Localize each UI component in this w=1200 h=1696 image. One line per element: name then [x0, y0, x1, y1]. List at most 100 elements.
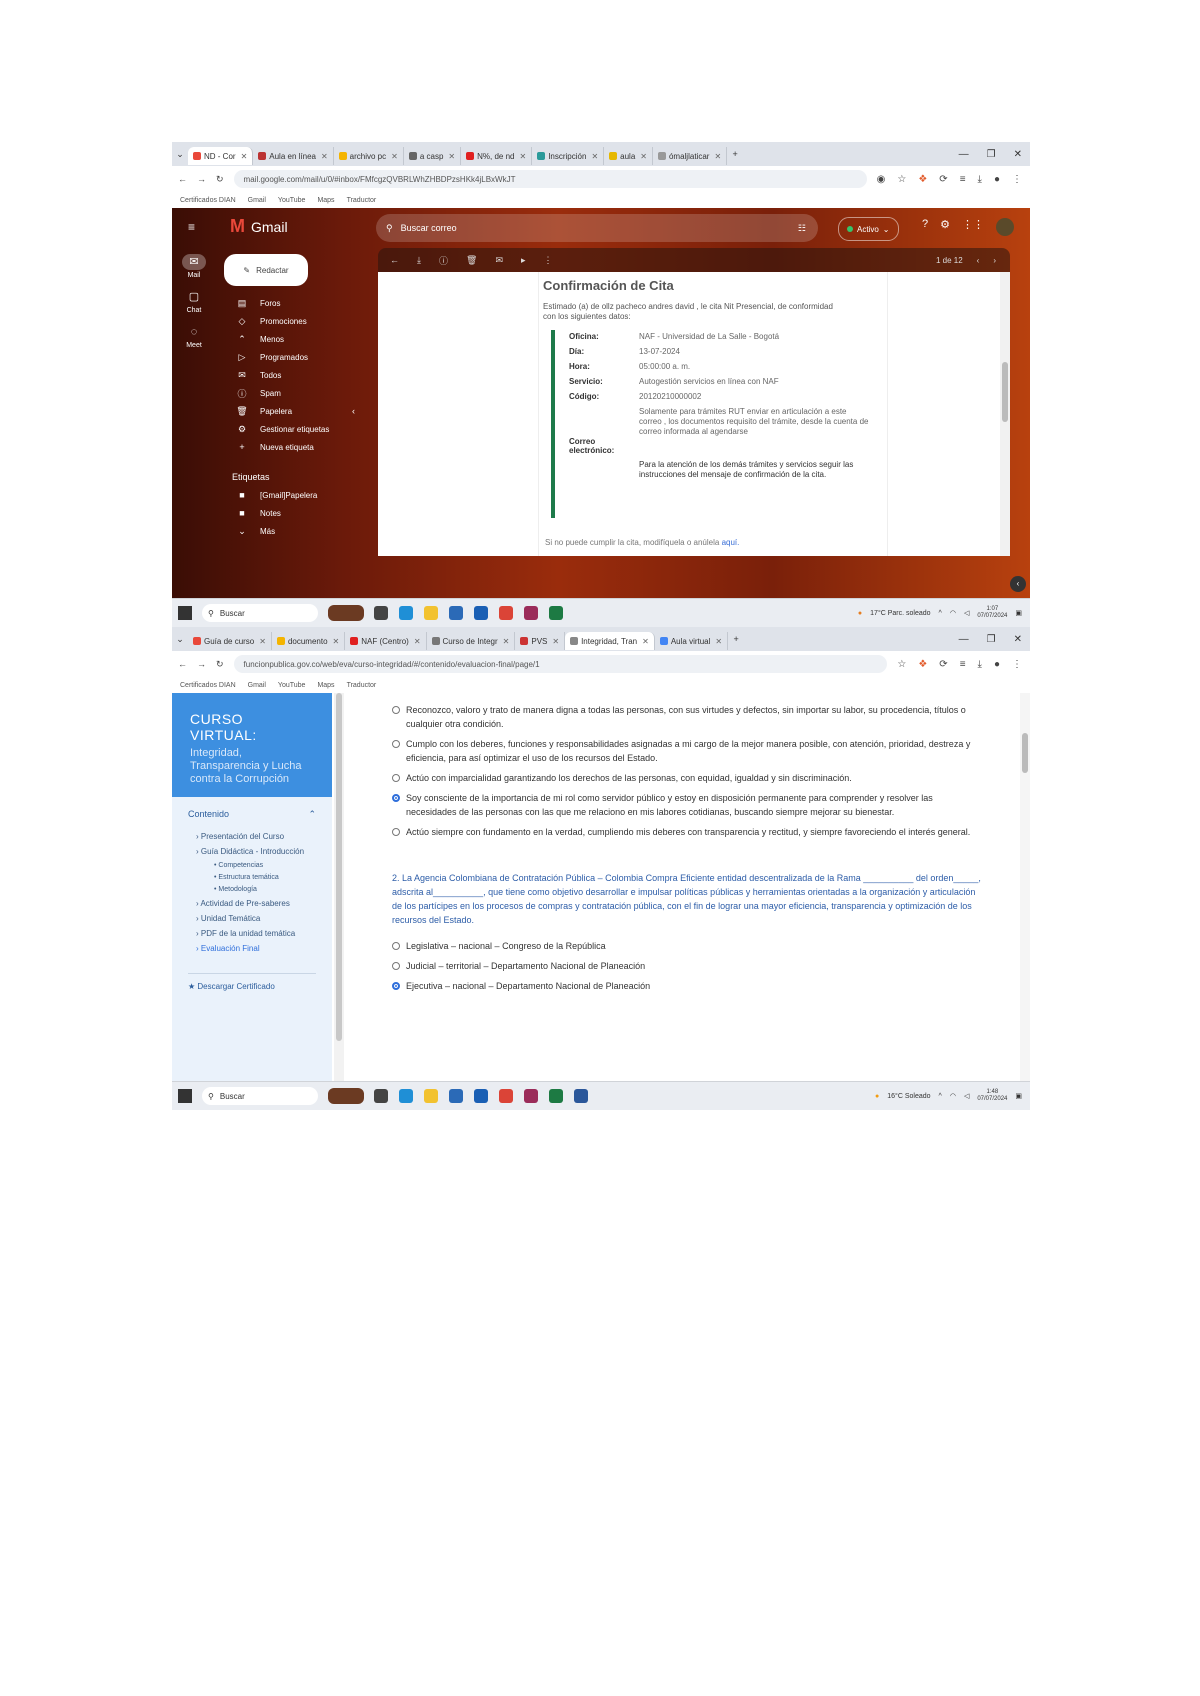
- report-icon[interactable]: ⓘ: [439, 254, 448, 267]
- radio-button[interactable]: [392, 706, 400, 714]
- restore-icon[interactable]: ❐: [987, 149, 996, 160]
- bookmark[interactable]: Maps: [317, 197, 334, 204]
- browser-tab[interactable]: Aula virtual ✕: [655, 632, 729, 650]
- bookmark[interactable]: Gmail: [248, 682, 266, 689]
- star-icon[interactable]: ☆: [897, 659, 906, 670]
- chrome-icon[interactable]: [499, 606, 513, 620]
- close-icon[interactable]: ✕: [448, 152, 455, 161]
- close-icon[interactable]: ✕: [519, 152, 526, 161]
- star-icon[interactable]: ☆: [897, 174, 906, 185]
- chevron-left-icon[interactable]: ‹: [977, 256, 980, 265]
- radio-button-selected[interactable]: [392, 982, 400, 990]
- hamburger-icon[interactable]: ≡: [188, 220, 195, 234]
- profile-icon[interactable]: ●: [994, 174, 1000, 185]
- contents-item[interactable]: › Presentación del Curso: [196, 832, 316, 841]
- radio-button[interactable]: [392, 740, 400, 748]
- close-icon[interactable]: ✕: [552, 637, 559, 646]
- contents-item[interactable]: › Guía Didáctica - Introducción: [196, 847, 316, 856]
- bookmark[interactable]: YouTube: [278, 682, 306, 689]
- search-input[interactable]: ⚲ Buscar correo ☷: [376, 214, 818, 242]
- url-field[interactable]: funcionpublica.gov.co/web/eva/curso-inte…: [233, 655, 888, 673]
- browser-tab[interactable]: PVS ✕: [515, 632, 566, 650]
- answer-option[interactable]: Ejecutiva – nacional – Departamento Naci…: [392, 979, 982, 993]
- rail-meet[interactable]: ◌ Meet: [172, 324, 216, 349]
- answer-option[interactable]: Actúo siempre con fundamento en la verda…: [392, 825, 982, 839]
- close-icon[interactable]: ✕: [503, 637, 510, 646]
- app-icon[interactable]: [524, 1089, 538, 1103]
- browser-tab[interactable]: Aula en línea ✕: [253, 147, 334, 165]
- certificate-link[interactable]: ★ Descargar Certificado: [188, 973, 316, 991]
- bookmark[interactable]: YouTube: [278, 197, 306, 204]
- back-icon[interactable]: ←: [178, 659, 187, 669]
- browser-tab[interactable]: documento ✕: [272, 632, 346, 650]
- answer-option[interactable]: Cumplo con los deberes, funciones y resp…: [392, 737, 982, 765]
- contents-item[interactable]: › PDF de la unidad temática: [196, 929, 316, 938]
- settings-icon[interactable]: ⚙: [940, 218, 950, 236]
- avatar[interactable]: [996, 218, 1014, 236]
- bookmark[interactable]: Certificados DIAN: [180, 197, 236, 204]
- window-close-icon[interactable]: ✕: [1014, 149, 1022, 160]
- chrome-icon[interactable]: [499, 1089, 513, 1103]
- more-icon[interactable]: ⋮: [544, 255, 553, 266]
- scrollbar[interactable]: [1000, 272, 1010, 556]
- scrollbar-thumb[interactable]: [1022, 733, 1028, 773]
- close-icon[interactable]: ✕: [333, 637, 340, 646]
- bookmark[interactable]: Gmail: [248, 197, 266, 204]
- browser-tab[interactable]: archivo pc ✕: [334, 147, 404, 165]
- windows-icon[interactable]: [178, 606, 192, 620]
- browser-tab[interactable]: ómaljlaticar ✕: [653, 147, 728, 165]
- back-arrow-icon[interactable]: ←: [390, 255, 399, 265]
- excel-icon[interactable]: [549, 606, 563, 620]
- browser-tab[interactable]: NAF (Centro) ✕: [345, 632, 427, 650]
- answer-option[interactable]: Actúo con imparcialidad garantizando los…: [392, 771, 982, 785]
- mail-app-icon[interactable]: [474, 1089, 488, 1103]
- browser-tab[interactable]: Curso de Integr ✕: [427, 632, 516, 650]
- close-icon[interactable]: ✕: [591, 152, 598, 161]
- bookmark[interactable]: Traductor: [347, 682, 377, 689]
- browser-tab[interactable]: Guía de curso ✕: [188, 632, 272, 650]
- notification-icon[interactable]: ▣: [1015, 1092, 1022, 1100]
- rail-mail[interactable]: ✉ Mail: [172, 254, 216, 279]
- weather-text[interactable]: 16°C Soleado: [887, 1093, 930, 1100]
- sync-icon[interactable]: ⟳: [939, 174, 947, 185]
- close-icon[interactable]: ✕: [640, 152, 647, 161]
- extension-icon[interactable]: ❖: [918, 174, 927, 185]
- close-icon[interactable]: ✕: [241, 152, 248, 161]
- chevron-right-icon[interactable]: ›: [993, 256, 996, 265]
- task-view-icon[interactable]: [374, 1089, 388, 1103]
- volume-icon[interactable]: ◁: [964, 609, 969, 617]
- window-close-icon[interactable]: ✕: [1014, 634, 1022, 645]
- forward-icon[interactable]: →: [197, 659, 206, 669]
- new-tab-icon[interactable]: +: [727, 149, 743, 159]
- radio-button[interactable]: [392, 962, 400, 970]
- close-icon[interactable]: ✕: [715, 637, 722, 646]
- profile-icon[interactable]: ●: [994, 659, 1000, 670]
- url-field[interactable]: mail.google.com/mail/u/0/#inbox/FMfcgzQV…: [233, 170, 867, 188]
- close-icon[interactable]: ✕: [391, 152, 398, 161]
- contents-header[interactable]: Contenido ⌃: [188, 809, 316, 820]
- browser-tab[interactable]: Inscripción ✕: [532, 147, 605, 165]
- apps-grid-icon[interactable]: ⋮⋮: [962, 218, 984, 236]
- download-icon[interactable]: ⤓: [978, 659, 982, 670]
- close-icon[interactable]: ✕: [642, 637, 649, 646]
- contents-item[interactable]: › Evaluación Final: [196, 944, 316, 953]
- delete-icon[interactable]: 🗑: [466, 255, 477, 266]
- file-explorer-icon[interactable]: [424, 1089, 438, 1103]
- menu-list-icon[interactable]: ≡: [960, 659, 966, 670]
- browser-tab[interactable]: a casp ✕: [404, 147, 462, 165]
- tab-search-icon[interactable]: ⌄: [172, 149, 188, 160]
- answer-option[interactable]: Soy consciente de la importancia de mi r…: [392, 791, 982, 819]
- download-icon[interactable]: ⤓: [978, 174, 982, 185]
- contents-subitem[interactable]: • Metodología: [214, 886, 316, 893]
- contents-item[interactable]: › Actividad de Pre-saberes: [196, 899, 316, 908]
- rail-chat[interactable]: ▢ Chat: [172, 289, 216, 314]
- browser-tab[interactable]: N%, de nd ✕: [461, 147, 533, 165]
- close-icon[interactable]: ✕: [714, 152, 721, 161]
- side-panel-toggle-icon[interactable]: ‹: [1010, 576, 1026, 592]
- eye-icon[interactable]: ◉: [877, 174, 886, 185]
- notification-icon[interactable]: ▣: [1015, 609, 1022, 617]
- more-icon[interactable]: ⋮: [1012, 174, 1022, 185]
- gmail-logo[interactable]: M Gmail: [230, 216, 288, 237]
- tray-chevron-icon[interactable]: ^: [939, 1093, 942, 1100]
- contents-subitem[interactable]: • Estructura temática: [214, 874, 316, 881]
